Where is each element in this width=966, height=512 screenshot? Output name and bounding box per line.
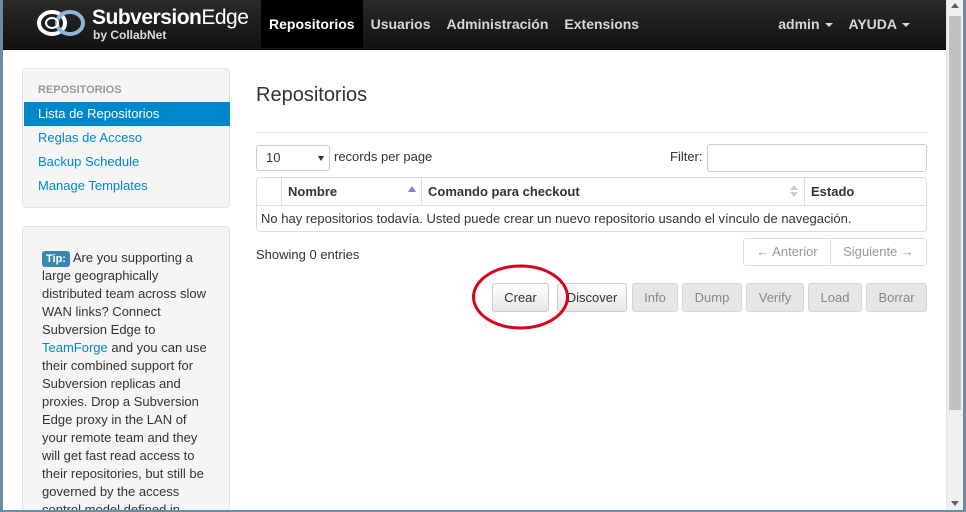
window-frame-left <box>0 0 3 512</box>
nombre-header-label: Nombre <box>288 184 338 199</box>
estado-header-label: Estado <box>811 184 855 199</box>
pagination: ← Anterior Siguiente → <box>743 238 927 266</box>
table-header-nombre[interactable]: Nombre <box>281 178 422 205</box>
caret-down-icon <box>824 23 833 28</box>
sidebar-item-manage-templates[interactable]: Manage Templates <box>24 174 230 198</box>
nav-item-usuarios[interactable]: Usuarios <box>363 0 439 48</box>
table-header-comando[interactable]: Comando para checkout <box>421 178 805 205</box>
sort-both-icon <box>790 185 798 199</box>
brand-byline: by CollabNet <box>93 28 167 42</box>
subversion-edge-logo[interactable]: SubversionEdge by CollabNet <box>36 6 249 46</box>
scroll-down-arrow-icon[interactable] <box>951 501 959 506</box>
brand-name: SubversionEdge <box>92 6 249 29</box>
sidebar-item-lista-repositorios[interactable]: Lista de Repositorios <box>24 102 230 126</box>
table-empty-message: No hay repositorios todavía. Usted puede… <box>261 211 852 226</box>
help-menu[interactable]: AYUDA <box>841 0 919 48</box>
table-header-select <box>257 178 281 205</box>
teamforge-link[interactable]: TeamForge <box>42 340 108 355</box>
entries-info: Showing 0 entries <box>256 247 360 262</box>
nav-item-repositorios[interactable]: Repositorios <box>261 0 363 48</box>
page-size-select[interactable]: 10 <box>256 145 330 171</box>
page-size-value: 10 <box>266 150 281 165</box>
title-divider <box>256 132 927 133</box>
top-navbar: SubversionEdge by CollabNet Repositorios… <box>3 0 946 50</box>
user-menu[interactable]: admin <box>770 0 840 48</box>
create-button[interactable]: Crear <box>492 283 549 312</box>
filter-input[interactable] <box>707 144 927 172</box>
tip-badge: Tip: <box>42 251 70 267</box>
comando-header-label: Comando para checkout <box>428 184 580 199</box>
caret-down-icon <box>902 23 910 28</box>
next-page-button[interactable]: Siguiente → <box>831 239 926 265</box>
scroll-up-arrow-icon[interactable] <box>951 3 959 8</box>
info-button[interactable]: Info <box>632 283 678 312</box>
dropdown-arrow-icon <box>318 156 324 161</box>
sidebar-nav: REPOSITORIOS Lista de Repositorios Regla… <box>22 68 230 208</box>
load-button[interactable]: Load <box>808 283 862 312</box>
dump-button[interactable]: Dump <box>682 283 742 312</box>
filter-label: Filter: <box>670 149 703 164</box>
nav-item-administracion[interactable]: Administración <box>439 0 557 48</box>
help-menu-label: AYUDA <box>848 16 898 32</box>
nav-item-extensions[interactable]: Extensions <box>556 0 647 48</box>
main-nav: Repositorios Usuarios Administración Ext… <box>261 0 647 50</box>
sidebar-header: REPOSITORIOS <box>38 84 122 96</box>
sort-ascending-icon <box>408 186 416 192</box>
tip-text-after: and you can use their combined support f… <box>42 340 207 512</box>
collabnet-logo-icon <box>37 10 85 36</box>
tip-panel: Tip: Are you supporting a large geograph… <box>22 226 230 512</box>
scrollbar-thumb[interactable] <box>949 16 961 410</box>
verify-button[interactable]: Verify <box>746 283 804 312</box>
tip-text: Tip: Are you supporting a large geograph… <box>42 249 214 512</box>
user-menu-label: admin <box>778 16 820 32</box>
delete-button[interactable]: Borrar <box>866 283 927 312</box>
vertical-scrollbar[interactable] <box>946 0 963 510</box>
table-header-estado[interactable]: Estado <box>804 178 926 205</box>
sidebar-item-backup-schedule[interactable]: Backup Schedule <box>24 150 230 174</box>
previous-page-button[interactable]: ← Anterior <box>744 239 831 265</box>
discover-button[interactable]: Discover <box>557 283 627 312</box>
sidebar-item-reglas-acceso[interactable]: Reglas de Acceso <box>24 126 230 150</box>
repositories-table: Nombre Comando para checkout Estado No h… <box>256 177 927 232</box>
page-title: Repositorios <box>256 84 368 106</box>
records-per-page-label: records per page <box>334 149 433 164</box>
nav-right: admin AYUDA <box>770 0 918 50</box>
